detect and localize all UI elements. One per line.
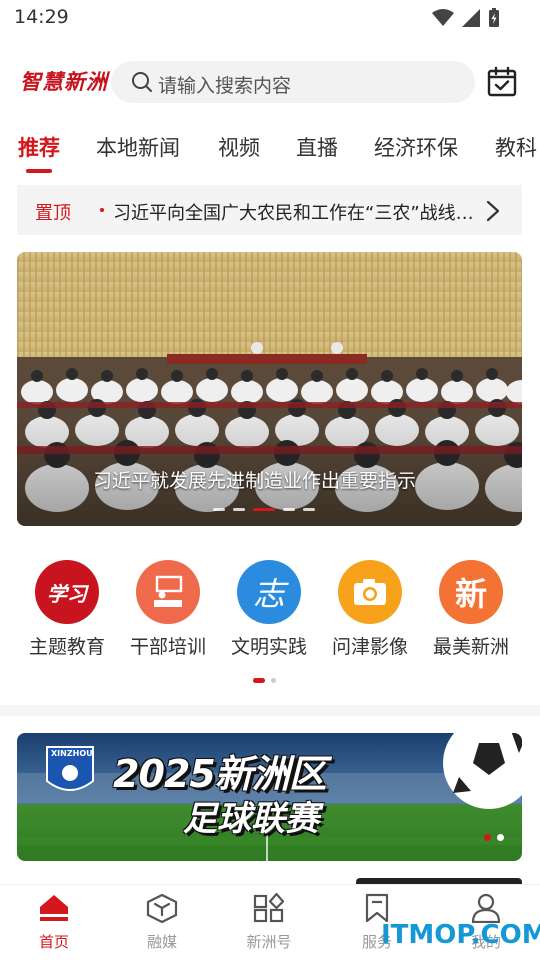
section-divider: [0, 705, 540, 716]
nav-home[interactable]: 首页: [14, 893, 94, 952]
xin-glyph: 新: [454, 575, 487, 613]
quick-link-beautiful-xinzhou[interactable]: 新 最美新洲: [421, 560, 521, 659]
football-title-line2: 足球联赛: [183, 799, 319, 839]
football-league-banner[interactable]: XINZHOU 2025新洲区 足球联赛: [17, 733, 522, 861]
volunteer-icon: 志: [237, 560, 301, 624]
tab-education[interactable]: 教科: [495, 132, 537, 162]
quick-link-label: 主题教育: [28, 636, 105, 658]
volunteer-glyph: 志: [252, 575, 285, 613]
nav-label: 首页: [38, 933, 69, 951]
tab-video[interactable]: 视频: [218, 132, 260, 162]
category-tabs: 推荐 本地新闻 视频 直播 经济环保 教科: [0, 128, 540, 176]
quick-link-label: 干部培训: [129, 636, 206, 658]
club-badge-text: XINZHOU: [51, 749, 93, 758]
banner-dot: [283, 508, 295, 511]
bookmark-icon: [365, 893, 389, 923]
search-icon: [132, 72, 152, 92]
home-icon: [40, 895, 68, 921]
quick-link-cadre-training[interactable]: 干部培训: [118, 560, 218, 659]
banner-dot: [213, 508, 225, 511]
camera-icon: [338, 560, 402, 624]
football-dot: [497, 834, 504, 841]
tab-active-indicator: [26, 169, 52, 173]
nav-label: 新洲号: [246, 933, 292, 951]
nav-media[interactable]: 融媒: [122, 893, 202, 952]
football-dot-active: [484, 834, 491, 841]
status-icons: [432, 8, 500, 28]
status-bar: 14:29: [0, 0, 540, 36]
app-header: 智慧新洲 请输入搜索内容: [0, 58, 540, 106]
apps-grid-icon: [253, 892, 285, 923]
quick-link-theme-education[interactable]: 学习 主题教育: [17, 560, 117, 659]
quick-page-dot-active: [253, 678, 265, 683]
calendar-icon[interactable]: [486, 66, 518, 98]
football-title-line1: 2025新洲区: [113, 752, 327, 796]
site-watermark: ITMOP.COM: [381, 920, 540, 950]
wifi-icon: [432, 9, 454, 26]
pinned-tag: 置顶: [35, 203, 71, 224]
quick-link-label: 问津影像: [331, 636, 408, 658]
banner-pagination: [213, 508, 315, 511]
banner-caption: 习近平就发展先进制造业作出重要指示: [93, 470, 417, 492]
user-icon: [471, 893, 501, 924]
nav-label: 融媒: [146, 933, 177, 951]
search-bar[interactable]: 请输入搜索内容: [111, 61, 475, 103]
banner-dot: [303, 508, 315, 511]
training-icon: [136, 560, 200, 624]
quick-page-dot: [271, 678, 276, 683]
study-icon: 学习: [35, 560, 99, 624]
media-cube-icon: [146, 893, 178, 924]
banner-dot: [233, 508, 245, 511]
nav-xinzhou-hao[interactable]: 新洲号: [229, 892, 309, 952]
status-time: 14:29: [14, 6, 69, 28]
pinned-dot: [100, 208, 104, 212]
banner-dot-active: [253, 508, 275, 511]
hero-banner[interactable]: 习近平就发展先进制造业作出重要指示: [17, 252, 522, 526]
quick-link-wenjin-photo[interactable]: 问津影像: [320, 560, 420, 659]
podium-icon: [154, 575, 183, 607]
camera-glyph: [354, 579, 386, 605]
search-placeholder: 请输入搜索内容: [158, 75, 292, 97]
pinned-news[interactable]: 置顶 习近平向全国广大农民和工作在“三农”战线上的同志们致以节日祝贺和诚挚慰问: [17, 185, 522, 235]
tab-local-news[interactable]: 本地新闻: [96, 132, 180, 162]
chevron-right-icon: [486, 200, 500, 222]
quick-link-label: 文明实践: [230, 636, 307, 658]
tab-live[interactable]: 直播: [296, 132, 338, 162]
quick-links: 学习 主题教育 干部培训 志 文明实践 问津影像 新 最美新洲: [0, 560, 540, 670]
tab-economy[interactable]: 经济环保: [374, 132, 458, 162]
tab-recommend[interactable]: 推荐: [18, 132, 60, 162]
signal-icon: [462, 9, 480, 27]
battery-icon: [489, 8, 499, 27]
quick-link-label: 最美新洲: [432, 636, 509, 658]
app-logo[interactable]: 智慧新洲: [20, 66, 108, 96]
study-glyph: 学习: [47, 581, 87, 606]
quick-link-civilization[interactable]: 志 文明实践: [219, 560, 319, 659]
football-pagination: [484, 834, 504, 841]
xin-icon: 新: [439, 560, 503, 624]
pinned-headline: 习近平向全国广大农民和工作在“三农”战线上的同志们致以节日祝贺和诚挚慰问: [113, 203, 481, 224]
quick-links-pagination: [253, 678, 276, 683]
